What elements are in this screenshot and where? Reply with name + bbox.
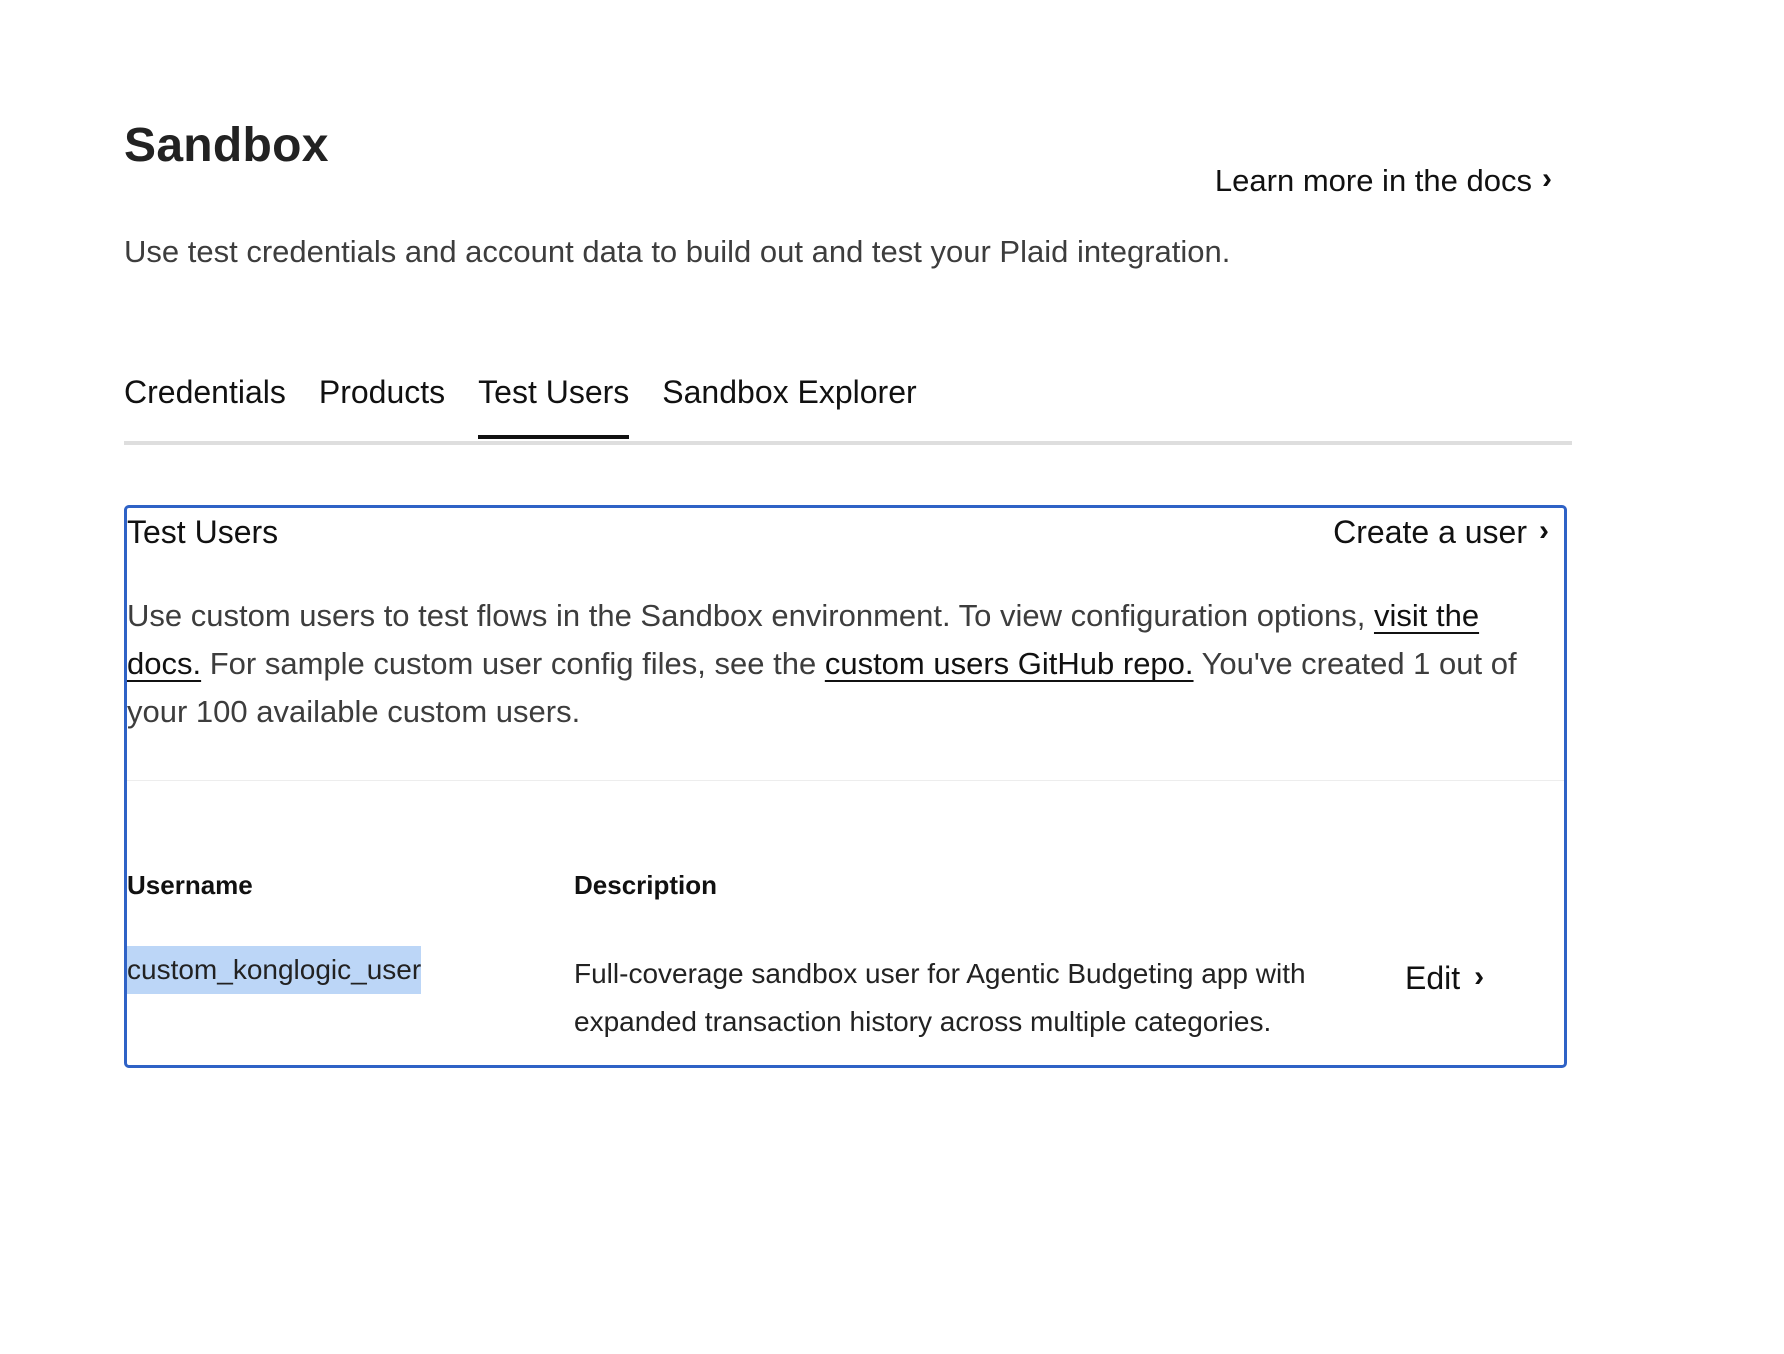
tab-bar: Credentials Products Test Users Sandbox … <box>124 368 1572 445</box>
edit-user-button[interactable]: Edit › <box>1405 960 1484 997</box>
github-repo-link[interactable]: custom users GitHub repo. <box>825 646 1194 681</box>
chevron-right-icon: › <box>1539 513 1549 547</box>
column-header-username: Username <box>127 870 253 900</box>
panel-description: Use custom users to test flows in the Sa… <box>127 592 1547 736</box>
tab-credentials[interactable]: Credentials <box>124 368 286 435</box>
divider <box>127 780 1564 781</box>
column-header-description: Description <box>574 870 718 900</box>
chevron-right-icon: › <box>1542 162 1552 195</box>
edit-label: Edit <box>1405 960 1461 996</box>
page-subtitle: Use test credentials and account data to… <box>124 234 1231 269</box>
tab-test-users[interactable]: Test Users <box>478 368 630 439</box>
table-row: custom_konglogic_user Full-coverage sand… <box>127 942 1564 1042</box>
description-cell: Full-coverage sandbox user for Agentic B… <box>574 958 1306 1037</box>
desc-text-1: Use custom users to test flows in the Sa… <box>127 598 1374 633</box>
create-user-label: Create a user <box>1333 514 1527 550</box>
panel-title: Test Users <box>127 514 279 550</box>
desc-text-2: For sample custom user config files, see… <box>201 646 825 681</box>
sandbox-page: Sandbox Learn more in the docs › Use tes… <box>0 0 1784 1354</box>
tab-sandbox-explorer[interactable]: Sandbox Explorer <box>662 368 916 435</box>
docs-link-label: Learn more in the docs <box>1214 163 1532 198</box>
test-users-panel: Test Users Create a user › Use custom us… <box>124 505 1567 1068</box>
page-title: Sandbox <box>124 119 329 172</box>
learn-more-docs-link[interactable]: Learn more in the docs › <box>1215 163 1552 199</box>
create-user-link[interactable]: Create a user › <box>1333 514 1549 551</box>
chevron-right-icon: › <box>1474 959 1485 993</box>
username-cell[interactable]: custom_konglogic_user <box>127 946 422 994</box>
tab-products[interactable]: Products <box>319 368 445 435</box>
